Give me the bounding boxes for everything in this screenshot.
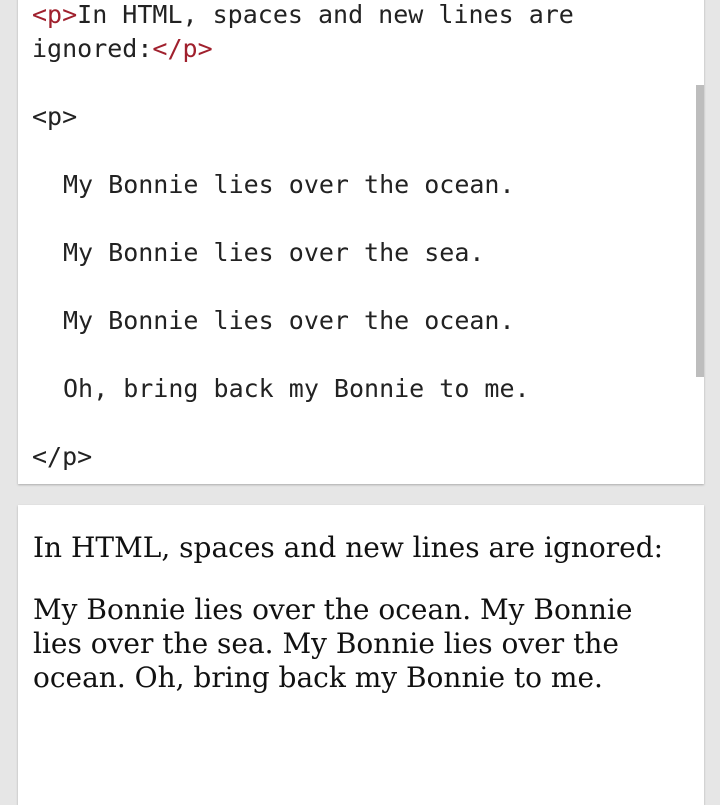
code-p-open-tag: <p> [32, 102, 78, 131]
code-verse-line: My Bonnie lies over the ocean. [63, 170, 515, 199]
scrollbar-track[interactable] [696, 0, 704, 484]
code-tag-close: </p> [152, 34, 213, 63]
result-paragraph-1: In HTML, spaces and new lines are ignore… [33, 531, 664, 564]
result-paragraph-2: My Bonnie lies over the ocean. My Bonnie… [33, 593, 633, 694]
scrollbar-thumb[interactable] [696, 85, 704, 377]
result-panel: In HTML, spaces and new lines are ignore… [18, 505, 704, 805]
code-p-close-tag: </p> [32, 442, 93, 471]
code-line-2: ignored:</p> [32, 34, 213, 63]
code-verse-line: My Bonnie lies over the ocean. [63, 306, 515, 335]
code-text: ignored: [32, 34, 153, 63]
code-text: In HTML, spaces and new lines are [77, 0, 574, 29]
code-verse-line: Oh, bring back my Bonnie to me. [63, 374, 530, 403]
code-line-1: <p>In HTML, spaces and new lines are [32, 0, 574, 29]
code-editor-panel[interactable]: <p>In HTML, spaces and new lines are ign… [18, 0, 704, 484]
code-verse-line: My Bonnie lies over the sea. [63, 238, 485, 267]
code-tag-open: <p> [32, 0, 78, 29]
